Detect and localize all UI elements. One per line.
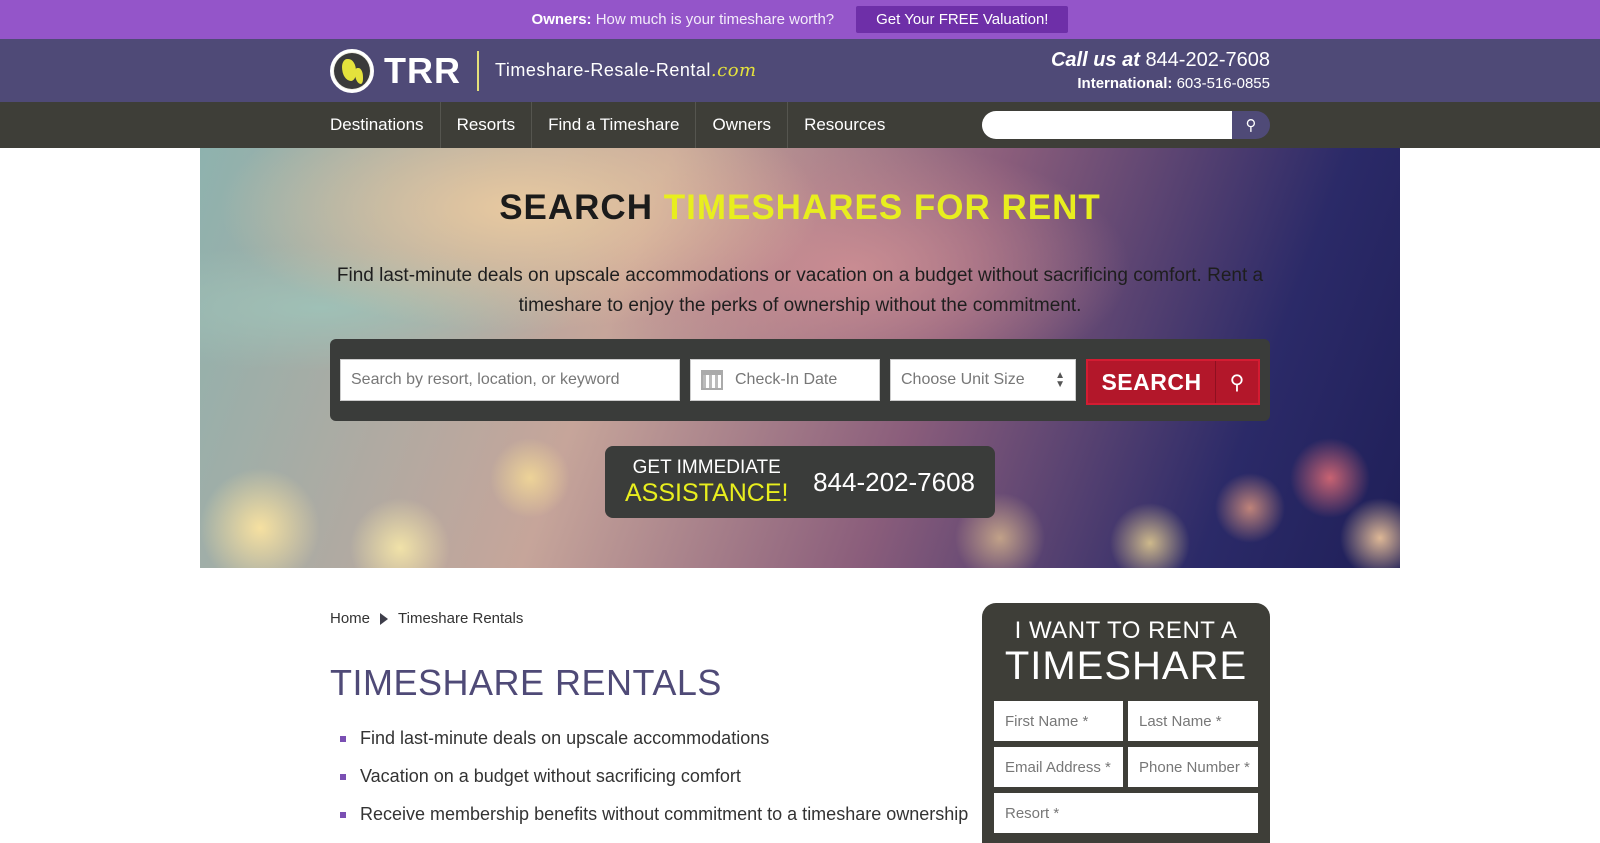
hero-title-part1: SEARCH [499,188,653,227]
assist-line2: ASSISTANCE! [625,478,789,507]
globe-logo-icon [330,48,374,93]
call-phone-link[interactable]: 844-202-7608 [1145,49,1270,71]
breadcrumb-current: Timeshare Rentals [398,610,524,627]
nav-search: ⚲ [982,111,1270,139]
phone-field[interactable]: Phone Number * [1128,747,1258,787]
list-item: Find last-minute deals on upscale accomm… [340,728,968,749]
calendar-icon [701,370,723,390]
hero-title-part2: TIMESHARES FOR RENT [663,188,1101,227]
nav-item-owners[interactable]: Owners [696,102,789,148]
rent-form-heading-line2: TIMESHARE [1004,644,1248,688]
search-icon: ⚲ [1245,117,1257,134]
site-logo[interactable]: TRR Timeshare-Resale-Rental.com [330,48,757,93]
rental-search-box: Search by resort, location, or keyword C… [330,339,1270,421]
intl-label: International: [1077,75,1173,92]
email-field[interactable]: Email Address * [994,747,1123,787]
free-valuation-button[interactable]: Get Your FREE Valuation! [856,6,1069,33]
first-name-field[interactable]: First Name * [994,701,1123,741]
checkin-date-input[interactable]: Check-In Date [690,359,880,401]
logo-domain-tld: .com [710,60,757,81]
keyword-placeholder: Search by resort, location, or keyword [351,371,620,388]
breadcrumb-home[interactable]: Home [330,610,370,627]
hero-banner: SEARCH TIMESHARES FOR RENT Find last-min… [200,148,1400,568]
promo-question: How much is your timeshare worth? [595,11,835,28]
list-item: Receive membership benefits without comm… [340,804,968,825]
promo-bar: Owners: How much is your timeshare worth… [0,0,1600,39]
magnifier-icon: ⚲ [1229,371,1245,394]
logo-domain-name: Timeshare-Resale-Rental [495,60,711,80]
list-item: Vacation on a budget without sacrificing… [340,766,968,787]
main-nav: Destinations Resorts Find a Timeshare Ow… [0,102,1600,148]
resort-field[interactable]: Resort * [994,793,1258,833]
call-label: Call us at [1050,49,1140,71]
rent-form-heading-line1: I WANT TO RENT A [1014,617,1238,644]
logo-divider [477,50,479,91]
hero-description: Find last-minute deals on upscale accomm… [336,265,1264,316]
nav-item-destinations[interactable]: Destinations [330,102,441,148]
promo-text: Owners: How much is your timeshare worth… [532,11,835,28]
logo-domain: Timeshare-Resale-Rental.com [495,60,757,81]
nav-search-input[interactable] [982,111,1232,139]
intl-phone-link[interactable]: 603-516-0855 [1177,75,1270,92]
rent-timeshare-form: I WANT TO RENT A TIMESHARE First Name * … [982,603,1270,843]
contact-info: Call us at 844-202-7608 International: 6… [1051,49,1270,92]
last-name-field[interactable]: Last Name * [1128,701,1258,741]
select-arrows-icon: ▲ ▼ [1055,370,1065,390]
promo-owners-label: Owners: [531,11,592,28]
keyword-search-input[interactable]: Search by resort, location, or keyword [340,359,680,401]
site-header: TRR Timeshare-Resale-Rental.com Call us … [0,39,1600,102]
page-title: TIMESHARE RENTALS [330,662,722,703]
search-button[interactable]: SEARCH ⚲ [1086,359,1260,405]
assistance-box: GET IMMEDIATE ASSISTANCE! 844-202-7608 [605,446,995,518]
breadcrumb: Home Timeshare Rentals [330,610,523,627]
assist-line1: GET IMMEDIATE [632,456,781,478]
nav-item-resorts[interactable]: Resorts [441,102,533,148]
search-button-label: SEARCH [1088,361,1216,403]
unit-size-select[interactable]: Choose Unit Size ▲ ▼ [890,359,1076,401]
assist-phone-link[interactable]: 844-202-7608 [813,467,975,498]
unit-size-value: Choose Unit Size [901,371,1025,388]
logo-abbr: TRR [384,49,461,91]
breadcrumb-arrow-icon [380,612,389,625]
benefits-list: Find last-minute deals on upscale accomm… [340,728,968,842]
checkin-placeholder: Check-In Date [735,371,838,388]
hero-title: SEARCH TIMESHARES FOR RENT [200,188,1400,228]
nav-search-button[interactable]: ⚲ [1232,111,1270,139]
nav-item-find-a-timeshare[interactable]: Find a Timeshare [532,102,697,148]
nav-item-resources[interactable]: Resources [788,102,901,148]
